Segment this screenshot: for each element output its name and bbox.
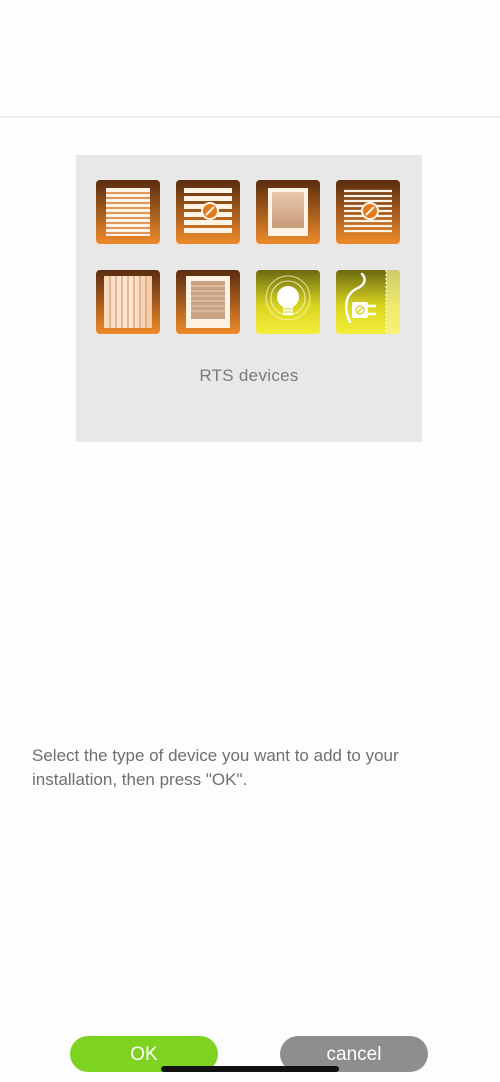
curtain-icon xyxy=(96,270,160,334)
header-divider xyxy=(0,116,500,118)
exterior-venetian-blind-icon xyxy=(176,180,240,244)
instructions-text: Select the type of device you want to ad… xyxy=(32,746,399,789)
light-icon xyxy=(256,270,320,334)
card-label: RTS devices xyxy=(199,366,299,385)
home-indicator xyxy=(161,1066,339,1072)
venetian-blind-icon xyxy=(336,180,400,244)
interior-blind-icon xyxy=(176,270,240,334)
rts-devices-card[interactable]: RTS devices xyxy=(76,155,422,442)
window-covering-icon xyxy=(256,180,320,244)
plug-icon xyxy=(336,270,400,334)
roller-shutter-icon xyxy=(96,180,160,244)
header-bar xyxy=(0,0,500,116)
add-device-screen: RTS devices Select the type of device yo… xyxy=(0,0,500,1082)
